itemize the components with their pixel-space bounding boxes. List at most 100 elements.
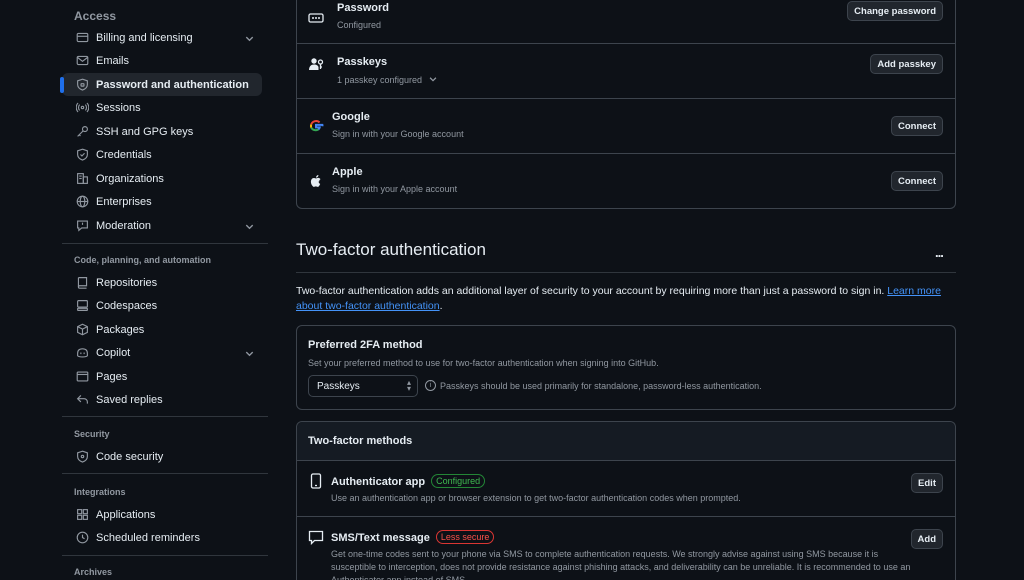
add-sms-button[interactable]: Add bbox=[910, 529, 943, 549]
kebab-menu-icon[interactable]: ... bbox=[935, 245, 944, 260]
sidebar-item-label: Password and authentication bbox=[96, 78, 249, 91]
sidebar-item-label: Repositories bbox=[96, 276, 158, 289]
add-passkey-button[interactable]: Add passkey bbox=[870, 54, 943, 74]
sidebar-item-label: Moderation bbox=[96, 219, 152, 232]
status-badge: Less secure bbox=[435, 530, 495, 544]
two-factor-methods-box: Two-factor methods Authenticator app Conf… bbox=[296, 421, 956, 580]
google-logo-icon bbox=[308, 118, 326, 136]
sidebar-item-label: Codespaces bbox=[96, 299, 158, 312]
auth-title: Apple bbox=[332, 166, 363, 178]
passkey-count: 1 passkey configured bbox=[337, 75, 423, 85]
clock-icon bbox=[74, 530, 90, 546]
auth-row-password: Password Configured Change password bbox=[297, 0, 955, 43]
methods-header-title: Two-factor methods bbox=[308, 435, 413, 447]
sidebar-divider bbox=[62, 243, 268, 244]
copilot-icon bbox=[74, 345, 90, 361]
sidebar-item-label: Saved replies bbox=[96, 393, 163, 406]
auth-title: Passkeys bbox=[337, 56, 388, 68]
description-text: Two-factor authentication adds an additi… bbox=[296, 285, 885, 297]
section-heading-archives: Archives bbox=[74, 567, 113, 577]
sidebar-item-password-authentication[interactable]: Password and authentication bbox=[60, 73, 262, 96]
chevron-down-icon[interactable] bbox=[244, 346, 256, 358]
report-icon bbox=[74, 218, 90, 234]
comment-icon bbox=[308, 529, 326, 547]
sidebar-divider bbox=[62, 473, 268, 474]
preferred-2fa-box: Preferred 2FA method Set your preferred … bbox=[296, 325, 956, 410]
section-heading-code: Code, planning, and automation bbox=[74, 255, 211, 265]
section-heading-access: Access bbox=[74, 9, 117, 23]
package-icon bbox=[74, 322, 90, 338]
sidebar-item-codespaces[interactable]: Codespaces bbox=[62, 294, 262, 317]
sidebar-item-code-security[interactable]: Code security bbox=[62, 445, 262, 468]
browser-icon bbox=[74, 369, 90, 385]
shield-lock-icon bbox=[74, 77, 90, 93]
sidebar-item-billing[interactable]: Billing and licensing bbox=[62, 26, 262, 49]
chevron-down-icon[interactable] bbox=[244, 219, 256, 231]
sidebar-item-credentials[interactable]: Credentials bbox=[62, 143, 262, 166]
sidebar-item-scheduled-reminders[interactable]: Scheduled reminders bbox=[62, 526, 262, 549]
preferred-2fa-select[interactable]: Passkeys ▴ ▾ bbox=[308, 375, 418, 397]
description-period: . bbox=[439, 300, 443, 312]
connect-apple-button[interactable]: Connect bbox=[891, 171, 943, 191]
sidebar-item-label: Pages bbox=[96, 370, 128, 383]
auth-subtitle[interactable]: 1 passkey configured bbox=[337, 74, 438, 86]
sidebar-item-ssh-gpg[interactable]: SSH and GPG keys bbox=[62, 120, 262, 143]
auth-row-google: Google Sign in with your Google account … bbox=[297, 98, 955, 153]
organization-icon bbox=[74, 171, 90, 187]
method-title: Authenticator app Configured bbox=[331, 474, 486, 488]
password-dots-icon bbox=[308, 10, 326, 28]
connect-google-button[interactable]: Connect bbox=[891, 116, 943, 136]
sidebar-item-organizations[interactable]: Organizations bbox=[62, 167, 262, 190]
sidebar-item-label: Organizations bbox=[96, 172, 164, 185]
globe-icon bbox=[74, 194, 90, 210]
sidebar-item-copilot[interactable]: Copilot bbox=[62, 341, 262, 364]
shield-check-icon bbox=[74, 147, 90, 163]
sidebar-item-repositories[interactable]: Repositories bbox=[62, 271, 262, 294]
two-factor-heading: Two-factor authentication bbox=[296, 240, 486, 259]
status-badge: Configured bbox=[431, 474, 486, 488]
sidebar-item-sessions[interactable]: Sessions bbox=[62, 96, 262, 119]
info-icon: i bbox=[425, 380, 436, 391]
auth-subtitle: Configured bbox=[337, 20, 382, 30]
methods-header: Two-factor methods bbox=[297, 422, 955, 460]
section-divider bbox=[296, 272, 956, 273]
sidebar-item-label: Packages bbox=[96, 323, 145, 336]
sidebar-item-enterprises[interactable]: Enterprises bbox=[62, 190, 262, 213]
sidebar-item-packages[interactable]: Packages bbox=[62, 318, 262, 341]
chevron-down-icon[interactable] bbox=[244, 31, 256, 43]
sidebar-item-moderation[interactable]: Moderation bbox=[62, 214, 262, 237]
chevron-down-icon[interactable] bbox=[428, 74, 438, 86]
sidebar-item-label: Credentials bbox=[96, 148, 152, 161]
auth-subtitle: Sign in with your Apple account bbox=[332, 184, 458, 194]
note-text: Passkeys should be used primarily for st… bbox=[440, 380, 762, 391]
sidebar-item-emails[interactable]: Emails bbox=[62, 49, 262, 72]
sidebar-item-applications[interactable]: Applications bbox=[62, 503, 262, 526]
sidebar-item-label: Scheduled reminders bbox=[96, 531, 200, 544]
auth-row-apple: Apple Sign in with your Apple account Co… bbox=[297, 153, 955, 208]
change-password-button[interactable]: Change password bbox=[847, 1, 943, 21]
sidebar-item-label: Applications bbox=[96, 508, 156, 521]
auth-title: Password bbox=[337, 2, 389, 14]
method-title-text: Authenticator app bbox=[331, 476, 426, 488]
sidebar-item-pages[interactable]: Pages bbox=[62, 365, 262, 388]
section-heading-integrations: Integrations bbox=[74, 487, 126, 497]
broadcast-icon bbox=[74, 100, 90, 116]
sidebar-item-label: Emails bbox=[96, 54, 130, 67]
shield-icon bbox=[74, 449, 90, 465]
edit-authenticator-button[interactable]: Edit bbox=[911, 473, 943, 493]
apple-logo-icon bbox=[308, 173, 326, 191]
reply-icon bbox=[74, 392, 90, 408]
method-description: Get one-time codes sent to your phone vi… bbox=[331, 549, 911, 580]
apps-icon bbox=[74, 507, 90, 523]
preferred-2fa-title: Preferred 2FA method bbox=[308, 339, 423, 351]
auth-methods-box: Password Configured Change password Pass… bbox=[296, 0, 956, 209]
sidebar-item-label: Enterprises bbox=[96, 195, 152, 208]
sidebar-item-label: Sessions bbox=[96, 101, 141, 114]
sidebar-divider bbox=[62, 555, 268, 556]
method-title-text: SMS/Text message bbox=[331, 532, 430, 544]
key-icon bbox=[74, 124, 90, 140]
sidebar-item-saved-replies[interactable]: Saved replies bbox=[62, 388, 262, 411]
auth-row-passkeys: Passkeys 1 passkey configured Add passke… bbox=[297, 43, 955, 98]
sidebar-item-label: Copilot bbox=[96, 346, 131, 359]
credit-card-icon bbox=[74, 30, 90, 46]
